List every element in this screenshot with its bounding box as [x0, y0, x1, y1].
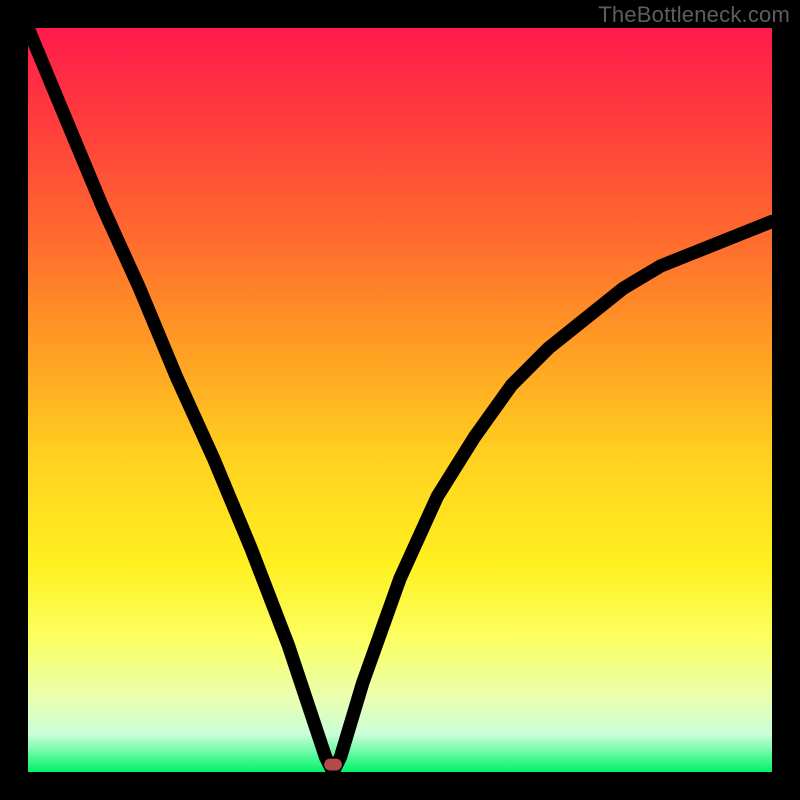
- chart-frame: TheBottleneck.com: [0, 0, 800, 800]
- plot-area: [28, 28, 772, 772]
- minimum-marker: [324, 759, 342, 771]
- watermark-text: TheBottleneck.com: [598, 2, 790, 28]
- curve-path: [28, 28, 772, 772]
- chart-svg: [28, 28, 772, 772]
